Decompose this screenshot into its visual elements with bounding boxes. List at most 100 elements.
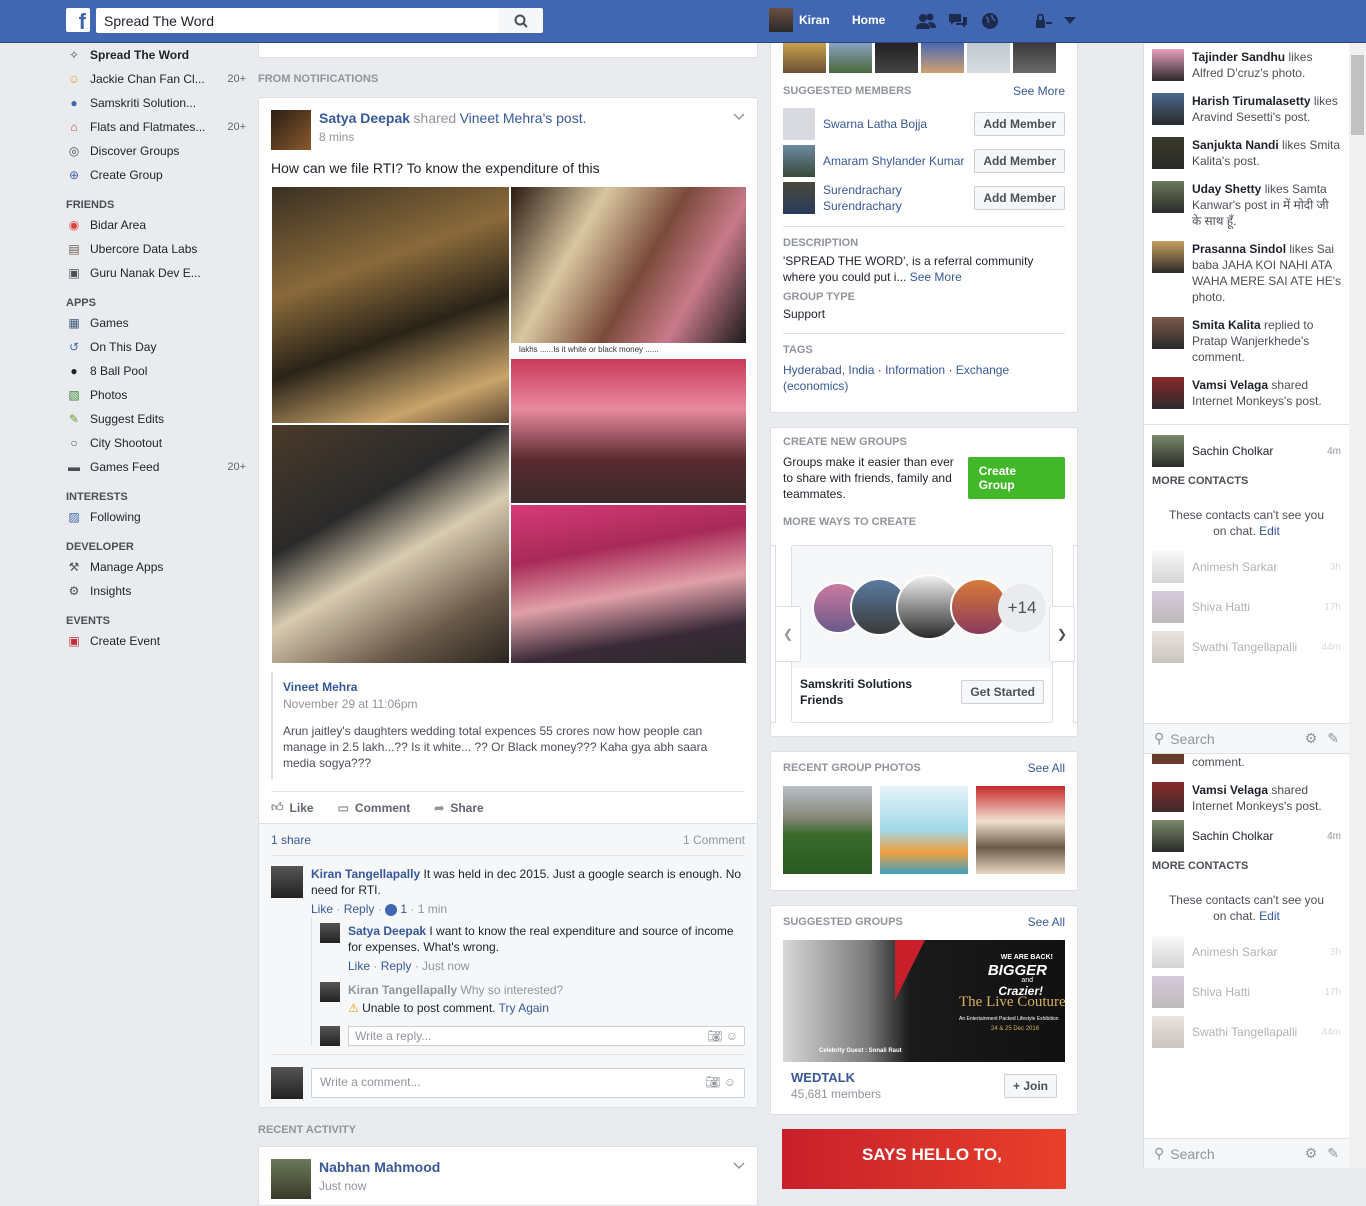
comment-input[interactable]: Write a comment... 📷︎ ☺ <box>311 1068 745 1098</box>
join-button[interactable]: + Join <box>1003 1073 1057 1098</box>
nav-item[interactable]: ▬ Games Feed 20+ <box>66 455 246 479</box>
nav-item[interactable]: ▣ Create Event <box>66 629 246 653</box>
ticker-name[interactable]: Harish Tirumalasetty <box>1192 94 1311 108</box>
chat-contact[interactable]: Swathi Tangellapalli 44m <box>1144 1012 1349 1052</box>
ticker-item[interactable]: Tajinder Sandhu likes Alfred D'cruz's ph… <box>1144 43 1349 87</box>
comment-count[interactable]: 1 Comment <box>683 833 745 847</box>
add-member-button[interactable]: Add Member <box>974 148 1065 173</box>
group-photo[interactable] <box>976 786 1066 874</box>
comment-reply-link[interactable]: Reply <box>344 902 375 916</box>
nav-item[interactable]: ⚒ Manage Apps <box>66 555 246 579</box>
ticker-item[interactable]: Sanjukta Nandi likes Smita Kalita's post… <box>1144 131 1349 175</box>
edit-link[interactable]: Edit <box>1259 524 1280 538</box>
post-author[interactable]: Satya Deepak <box>319 110 410 126</box>
member-name[interactable]: Swarna Latha Bojja <box>823 116 974 132</box>
chat-contact[interactable]: Shiva Hatti 17h <box>1144 587 1349 627</box>
tag-link[interactable]: Hyderabad, India <box>783 363 874 377</box>
chat-search-input[interactable]: Search <box>1170 731 1304 747</box>
privacy-lock-icon[interactable] <box>1033 10 1055 32</box>
member-photo[interactable] <box>921 43 964 73</box>
nav-item[interactable]: ○ City Shootout <box>66 431 246 455</box>
carousel-next-chevron-right-icon[interactable]: ❯ <box>1049 606 1075 662</box>
nav-item[interactable]: ↺ On This Day <box>66 335 246 359</box>
member-photo[interactable] <box>875 43 918 73</box>
nav-item[interactable]: ▣ Guru Nanak Dev E... <box>66 261 246 285</box>
original-author[interactable]: Vineet Mehra <box>283 680 735 694</box>
group-suggestion-card[interactable]: +14 Samskriti Solutions Friends Get Star… <box>791 545 1053 723</box>
next-group-banner[interactable]: SAYS HELLO TO, <box>782 1129 1066 1189</box>
post-options-chevron-down-icon[interactable] <box>733 1159 745 1173</box>
create-group-button[interactable]: Create Group <box>967 457 1065 499</box>
avatar[interactable] <box>783 181 815 214</box>
page-scrollbar[interactable] <box>1349 43 1366 1168</box>
gear-icon[interactable]: ⚙ <box>1305 730 1318 747</box>
account-menu-chevron-down-icon[interactable] <box>1059 10 1081 32</box>
add-member-button[interactable]: Add Member <box>974 111 1065 136</box>
group-banner[interactable]: WE ARE BACK! BIGGER and Crazier! The Liv… <box>783 940 1065 1062</box>
nav-item[interactable]: ▤ Ubercore Data Labs <box>66 237 246 261</box>
home-link[interactable]: Home <box>852 13 885 27</box>
comment-author[interactable]: Kiran Tangellapally <box>311 867 420 881</box>
chat-contact[interactable]: Animesh Sarkar 3h <box>1144 547 1349 587</box>
member-photo[interactable] <box>783 43 826 73</box>
chat-contact[interactable]: Sachin Cholkar 4m <box>1144 816 1349 856</box>
ticker-name[interactable]: Uday Shetty <box>1192 182 1261 196</box>
carousel-prev-chevron-left-icon[interactable]: ❮ <box>775 606 801 662</box>
group-photo[interactable] <box>879 786 969 874</box>
chat-contact[interactable]: Sachin Cholkar 4m <box>1144 431 1349 471</box>
nav-item[interactable]: ▨ Following <box>66 505 246 529</box>
member-name[interactable]: Amaram Shylander Kumar <box>823 153 974 169</box>
photo-1[interactable] <box>271 186 510 424</box>
search-input[interactable]: Spread The Word <box>96 8 498 33</box>
shares-count[interactable]: 1 share <box>271 833 311 847</box>
post-options-chevron-down-icon[interactable] <box>733 110 745 124</box>
reply-like-link[interactable]: Like <box>348 959 370 973</box>
share-button[interactable]: ➦ Share <box>434 801 483 815</box>
edit-link[interactable]: Edit <box>1259 909 1280 923</box>
emoji-icon[interactable]: ☺ <box>726 1029 738 1043</box>
ticker-item[interactable]: Smita Kalita replied to Pratap Wanjerkhe… <box>1144 311 1349 371</box>
shared-from-link[interactable]: Vineet Mehra <box>460 110 543 126</box>
get-started-button[interactable]: Get Started <box>961 680 1044 704</box>
nav-item[interactable]: ● 8 Ball Pool <box>66 359 246 383</box>
comment-like-link[interactable]: Like <box>311 902 333 916</box>
emoji-icon[interactable]: ☺ <box>724 1075 736 1089</box>
avatar[interactable] <box>1152 782 1184 812</box>
avatar[interactable] <box>783 107 815 140</box>
nav-item[interactable]: ✎ Suggest Edits <box>66 407 246 431</box>
photo-5[interactable] <box>510 504 747 664</box>
author-avatar[interactable] <box>271 1159 311 1199</box>
ticker-item[interactable]: Vamsi Velaga shared Internet Monkeys's p… <box>1144 371 1349 415</box>
post-timestamp[interactable]: Just now <box>319 1179 440 1193</box>
nav-item[interactable]: ◎ Discover Groups <box>66 139 246 163</box>
nav-item[interactable]: ⌂ Flats and Flatmates... 20+ <box>66 115 246 139</box>
chat-contact[interactable]: Swathi Tangellapalli 44m <box>1144 627 1349 667</box>
original-date[interactable]: November 29 at 11:06pm <box>283 697 735 711</box>
avatar[interactable] <box>320 982 340 1002</box>
author-avatar[interactable] <box>271 110 311 150</box>
see-all-link[interactable]: See All <box>1028 914 1065 930</box>
nav-item[interactable]: ☺ Jackie Chan Fan Cl... 20+ <box>66 67 246 91</box>
reaction-count[interactable]: 1 <box>400 902 407 916</box>
group-photo[interactable] <box>783 786 872 874</box>
comment-time[interactable]: 1 min <box>418 902 447 916</box>
like-button[interactable]: 👍︎ Like <box>271 800 314 815</box>
ticker-item[interactable]: Harish Tirumalasetty likes Aravind Seset… <box>1144 87 1349 131</box>
see-more-link[interactable]: See More <box>1013 83 1065 99</box>
friend-requests-icon[interactable] <box>915 10 937 32</box>
ticker-name[interactable]: Tajinder Sandhu <box>1192 50 1285 64</box>
photo-3[interactable] <box>510 358 747 504</box>
ticker-name[interactable]: Vamsi Velaga <box>1192 378 1268 392</box>
nav-item[interactable]: ✧ Spread The Word <box>66 43 246 67</box>
new-message-icon[interactable]: ✎ <box>1327 730 1339 747</box>
ticker-name[interactable]: Prasanna Sindol <box>1192 242 1286 256</box>
ticker-name[interactable]: Smita Kalita <box>1192 318 1261 332</box>
reply-time[interactable]: Just now <box>422 959 469 973</box>
reply-reply-link[interactable]: Reply <box>381 959 412 973</box>
tag-link[interactable]: Information <box>885 363 945 377</box>
description-see-more[interactable]: See More <box>910 270 962 284</box>
notifications-globe-icon[interactable] <box>979 10 1001 32</box>
scrollbar-thumb[interactable] <box>1351 55 1364 135</box>
ticker-item[interactable]: Prasanna Sindol likes Sai baba JAHA KOI … <box>1144 235 1349 311</box>
photo-2[interactable] <box>510 186 747 344</box>
